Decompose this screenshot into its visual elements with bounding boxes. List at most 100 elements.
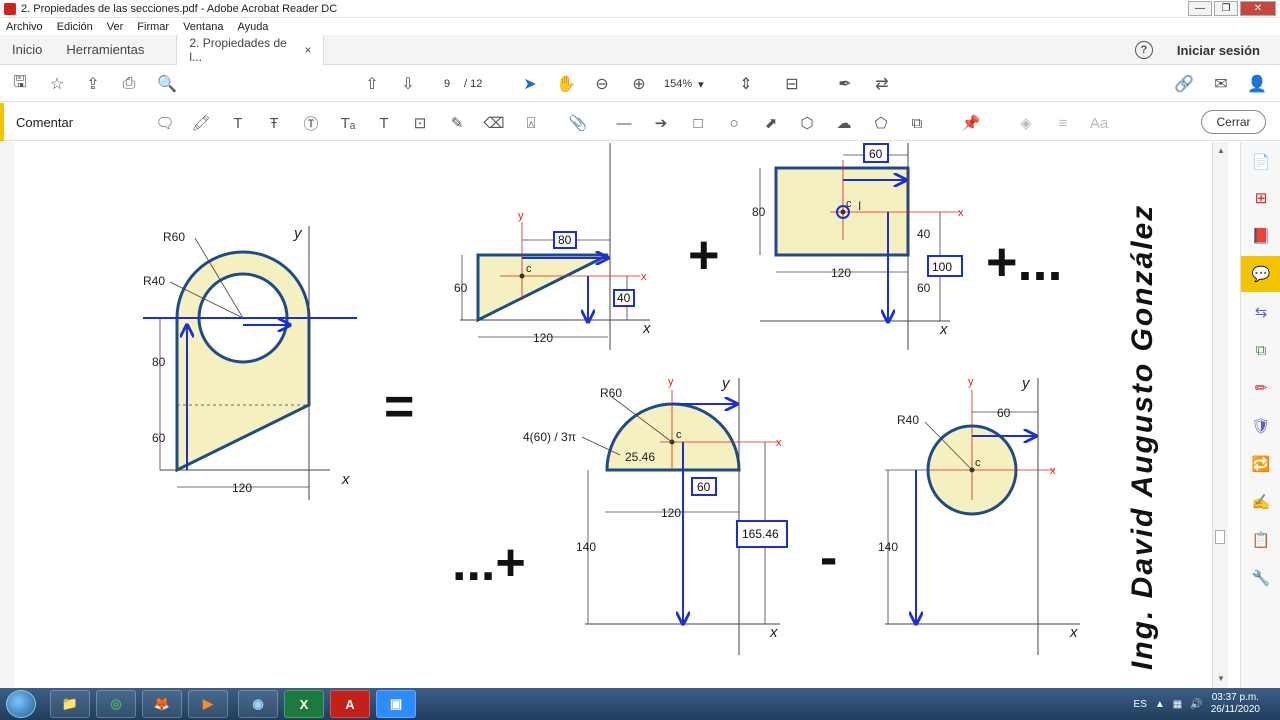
minimize-button[interactable]: — [1188,1,1212,16]
bookmark-icon[interactable]: ☆ [47,74,67,94]
media-player-icon[interactable]: ▶ [188,690,228,718]
protect-icon[interactable]: 🛡 [1251,416,1271,436]
arrow-icon[interactable]: ➔ [651,113,671,133]
underline-text-icon[interactable]: T [228,113,248,133]
document-page[interactable]: R60 R40 80 60 120 y x = y c x 80 40 60 1… [14,142,1212,688]
textbox-icon[interactable]: ⊡ [410,113,430,133]
menu-edicion[interactable]: Edición [57,21,93,33]
help-icon[interactable]: ? [1134,41,1153,59]
hand-icon[interactable]: ✋ [556,74,576,94]
select-cursor-icon[interactable]: ➤ [520,74,540,94]
organize-pages-icon[interactable]: ⊞ [1251,188,1271,208]
tab-inicio[interactable]: Inicio [0,35,54,65]
zoom-out-icon[interactable]: ⊖ [592,74,612,94]
export-pdf-icon[interactable]: 📄 [1251,152,1271,172]
vertical-scrollbar[interactable]: ▲ ▼ [1212,142,1228,688]
explorer-icon[interactable]: 📁 [50,690,90,718]
strikethrough-icon[interactable]: Ŧ [264,113,284,133]
cerrar-button[interactable]: Cerrar [1201,110,1266,134]
camera-icon[interactable]: ◉ [238,690,278,718]
zoom-in-icon[interactable]: ⊕ [629,74,649,94]
user-icon[interactable]: 👤 [1247,74,1267,94]
compress-icon[interactable]: ⧉ [1251,340,1271,360]
next-page-icon[interactable]: ⇩ [398,74,418,94]
start-button[interactable] [6,690,36,718]
fit-page-icon[interactable]: ⇕ [736,74,756,94]
window-controls: — ❐ ✕ [1188,1,1276,16]
menu-ver[interactable]: Ver [107,21,124,33]
polygon-icon[interactable]: ⬡ [797,113,817,133]
save-icon[interactable]: 🖫 [10,74,30,94]
clock[interactable]: 03:37 p.m. 26/11/2020 [1211,692,1260,716]
replace-text-icon[interactable]: Ⓣ [301,113,321,133]
fill-color-icon[interactable]: ◈ [1016,113,1036,133]
line-icon[interactable]: — [614,113,634,133]
highlight-icon[interactable]: 🖍 [191,113,211,133]
upload-icon[interactable]: ⇪ [83,74,103,94]
link-icon[interactable]: 🔗 [1174,74,1194,94]
sign-icon[interactable]: ✒ [835,74,855,94]
mail-icon[interactable]: ✉ [1211,74,1231,94]
send-review-icon[interactable]: 📋 [1251,530,1271,550]
group-icon[interactable]: ⧉ [907,113,927,133]
search-icon[interactable]: 🔍 [157,74,177,94]
convert-icon[interactable]: 🔁 [1251,454,1271,474]
font-icon[interactable]: Aa [1089,113,1109,133]
semi-axis-y: y [721,375,731,392]
pin-icon[interactable]: 📌 [961,113,981,133]
prev-page-icon[interactable]: ⇧ [362,74,382,94]
page-number-input[interactable]: 9 [432,75,462,93]
scroll-thumb[interactable] [1215,530,1225,544]
polyline-icon[interactable]: ⬠ [871,113,891,133]
firefox-icon[interactable]: 🦊 [142,690,182,718]
rectangle-icon[interactable]: □ [688,113,708,133]
create-pdf-icon[interactable]: 📕 [1251,226,1271,246]
add-text-icon[interactable]: T [374,113,394,133]
print-icon[interactable]: ⎙ [119,74,139,94]
edit-pdf-icon[interactable]: ✏ [1251,378,1271,398]
tray-arrow-icon[interactable]: ▲ [1155,699,1165,710]
comment-tool-icon[interactable]: 💬 [1241,256,1280,292]
menu-firmar[interactable]: Firmar [137,21,169,33]
insert-text-icon[interactable]: Tₐ [338,113,358,133]
scroll-mode-icon[interactable]: ⊟ [782,74,802,94]
chrome-icon[interactable]: ◎ [96,690,136,718]
attach-icon[interactable]: 📎 [568,113,588,133]
eraser-icon[interactable]: ⌫ [483,113,504,133]
cloud-icon[interactable]: ☁ [834,113,854,133]
sticky-note-icon[interactable]: 🗨 [155,113,175,133]
share-icon[interactable]: ⇄ [872,74,892,94]
callout-icon[interactable]: ⬈ [761,113,781,133]
close-window-button[interactable]: ✕ [1240,1,1276,16]
volume-icon[interactable]: 🔊 [1190,699,1202,710]
menu-ayuda[interactable]: Ayuda [237,21,268,33]
dots-plus-sign: ...+ [452,534,526,592]
rect-label-x: x [958,207,964,219]
pencil-icon[interactable]: ✎ [447,113,467,133]
right-tools-panel: 📄 ⊞ 📕 💬 ⇆ ⧉ ✏ 🛡 🔁 ✍ 📋 🔧 [1240,142,1280,688]
zoom-select[interactable]: 154% ▾ [664,75,716,93]
signin-link[interactable]: Iniciar sesión [1177,43,1260,58]
more-tools-icon[interactable]: 🔧 [1251,568,1271,588]
acrobat-taskbar-icon[interactable]: A [330,690,370,718]
maximize-button[interactable]: ❐ [1214,1,1238,16]
scroll-up-icon[interactable]: ▲ [1217,146,1225,155]
scroll-down-icon[interactable]: ▼ [1217,674,1225,683]
comment-toolbar: Comentar 🗨 🖍 T Ŧ Ⓣ Tₐ T ⊡ ✎ ⌫ ⍓ 📎 — ➔ □ … [0,103,1280,141]
menu-archivo[interactable]: Archivo [6,21,43,33]
menu-ventana[interactable]: Ventana [183,21,223,33]
triangle-centroid-dot [519,273,525,279]
line-style-icon[interactable]: ≡ [1053,113,1073,133]
tab-herramientas[interactable]: Herramientas [54,35,156,65]
oval-icon[interactable]: ○ [724,113,744,133]
tab-document[interactable]: 2. Propiedades de l... × [176,34,325,65]
combine-icon[interactable]: ⇆ [1251,302,1271,322]
stamp-icon[interactable]: ⍓ [521,113,541,133]
triangle-label-c: c [526,263,532,275]
excel-icon[interactable]: X [284,690,324,718]
tab-close-icon[interactable]: × [304,43,311,57]
fill-sign-icon[interactable]: ✍ [1251,492,1271,512]
zoom-icon[interactable]: ▣ [376,690,416,718]
network-icon[interactable]: ▦ [1173,699,1182,710]
language-indicator[interactable]: ES [1134,699,1147,710]
